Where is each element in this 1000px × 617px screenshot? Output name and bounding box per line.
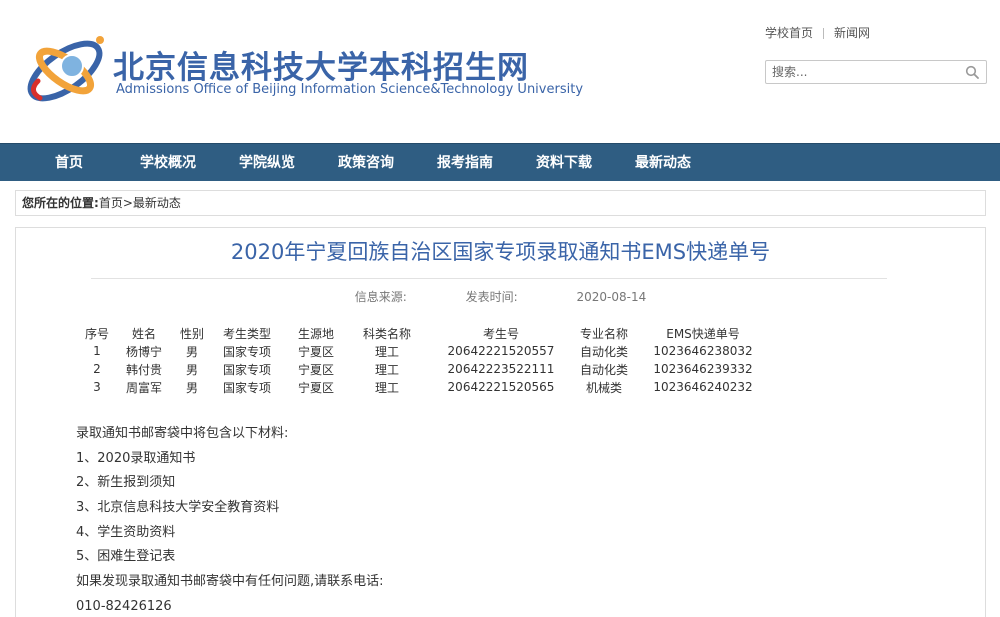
breadcrumb-label: 您所在的位置: <box>22 196 99 210</box>
col-header-origin: 生源地 <box>297 326 334 341</box>
breadcrumb-current-link[interactable]: 最新动态 <box>133 196 181 210</box>
cell-name: 韩付贵 <box>125 362 162 377</box>
title-divider <box>91 278 887 279</box>
top-links: 学校首页 新闻网 <box>765 24 870 41</box>
cell-gender: 男 <box>185 380 198 395</box>
article-body: 录取通知书邮寄袋中将包含以下材料: 1、2020录取通知书 2、新生报到须知 3… <box>76 422 384 617</box>
cell-ems: 1023646238032 <box>653 344 753 358</box>
contact-phone: 010-82426126 <box>76 598 172 614</box>
col-header-type: 考生类型 <box>222 326 271 341</box>
article-title: 2020年宁夏回族自治区国家专项录取通知书EMS快递单号 <box>230 240 771 264</box>
article-meta: 信息来源: 发表时间: 2020-08-14 <box>16 288 985 305</box>
cell-exam-id: 20642221520557 <box>447 344 555 358</box>
cell-type: 国家专项 <box>222 380 271 395</box>
cell-major: 自动化类 <box>580 344 629 359</box>
nav-item-overview[interactable]: 学校概况 <box>140 144 196 182</box>
article-container: 2020年宁夏回族自治区国家专项录取通知书EMS快递单号 信息来源: 发表时间:… <box>15 227 986 617</box>
search-input[interactable] <box>772 64 957 80</box>
table-row: 3 周富军 男 国家专项 宁夏区 理工 20642221520565 机械类 1… <box>76 378 778 396</box>
cell-origin: 宁夏区 <box>297 380 334 395</box>
nav-item-news[interactable]: 最新动态 <box>635 144 691 182</box>
site-title-en: Admissions Office of Beijing Information… <box>116 82 584 97</box>
news-site-link[interactable]: 新闻网 <box>834 26 870 40</box>
table-row: 1 杨博宁 男 国家专项 宁夏区 理工 20642221520557 自动化类 … <box>76 342 778 360</box>
cell-category: 理工 <box>374 344 399 359</box>
table-header-row: 序号 姓名 性别 考生类型 生源地 科类名称 考生号 专业名称 EMS快递单号 <box>76 324 778 342</box>
cell-major: 自动化类 <box>580 362 629 377</box>
body-paragraph: 录取通知书邮寄袋中将包含以下材料: <box>76 426 289 441</box>
cell-exam-id: 20642223522111 <box>447 362 555 376</box>
body-paragraph: 2、新生报到须知 <box>76 475 176 491</box>
col-header-ems: EMS快递单号 <box>666 326 740 341</box>
publish-date: 发表时间: 2020-08-14 <box>466 290 647 304</box>
col-header-category: 科类名称 <box>362 326 411 341</box>
cell-index: 1 <box>93 344 101 358</box>
cell-origin: 宁夏区 <box>297 344 334 359</box>
cell-ems: 1023646239332 <box>653 362 753 376</box>
nav-item-colleges[interactable]: 学院纵览 <box>239 144 295 182</box>
main-nav: 首页 学校概况 学院纵览 政策咨询 报考指南 资料下载 最新动态 <box>0 143 1000 181</box>
cell-index: 3 <box>93 380 101 394</box>
date-label: 发表时间: <box>465 290 518 304</box>
body-paragraph: 5、困难生登记表 <box>76 549 176 565</box>
cell-category: 理工 <box>374 380 399 395</box>
breadcrumb-separator: > <box>122 196 133 210</box>
body-paragraph: 4、学生资助资料 <box>76 524 176 540</box>
cell-ems: 1023646240232 <box>653 380 753 394</box>
cell-exam-id: 20642221520565 <box>447 380 555 394</box>
nav-item-guide[interactable]: 报考指南 <box>437 144 493 182</box>
cell-index: 2 <box>93 362 101 376</box>
nav-item-home[interactable]: 首页 <box>55 144 83 182</box>
school-home-link[interactable]: 学校首页 <box>765 26 813 40</box>
search-icon[interactable] <box>965 65 979 79</box>
col-header-gender: 性别 <box>179 326 204 341</box>
body-paragraph: 1、2020录取通知书 <box>76 450 196 466</box>
nav-item-policy[interactable]: 政策咨询 <box>338 144 394 182</box>
breadcrumb: 您所在的位置:首页>最新动态 <box>15 190 986 216</box>
nav-item-downloads[interactable]: 资料下载 <box>536 144 592 182</box>
cell-category: 理工 <box>374 362 399 377</box>
col-header-exam-id: 考生号 <box>482 326 519 341</box>
site-header: 北京信息科技大学本科招生网 Admissions Office of Beiji… <box>0 0 1000 143</box>
ems-tracking-table: 序号 姓名 性别 考生类型 生源地 科类名称 考生号 专业名称 EMS快递单号 … <box>76 324 778 396</box>
body-paragraph: 如果发现录取通知书邮寄袋中有任何问题,请联系电话: <box>76 574 384 590</box>
col-header-name: 姓名 <box>131 326 156 341</box>
cell-type: 国家专项 <box>222 344 271 359</box>
university-logo[interactable] <box>20 26 110 112</box>
body-paragraph: 3、北京信息科技大学安全教育资料 <box>76 500 280 516</box>
cell-gender: 男 <box>185 344 198 359</box>
cell-major: 机械类 <box>586 380 623 395</box>
cell-name: 杨博宁 <box>125 344 162 359</box>
cell-type: 国家专项 <box>222 362 271 377</box>
cell-origin: 宁夏区 <box>297 362 334 377</box>
cell-name: 周富军 <box>125 380 162 395</box>
link-separator <box>823 28 825 39</box>
source-label: 信息来源: <box>354 290 407 304</box>
col-header-major: 专业名称 <box>580 326 629 341</box>
search-box <box>765 60 987 84</box>
breadcrumb-home-link[interactable]: 首页 <box>99 196 123 210</box>
col-header-index: 序号 <box>84 326 109 341</box>
table-row: 2 韩付贵 男 国家专项 宁夏区 理工 20642223522111 自动化类 … <box>76 360 778 378</box>
site-title-cn: 北京信息科技大学本科招生网 <box>113 50 529 86</box>
cell-gender: 男 <box>185 362 198 377</box>
date-value: 2020-08-14 <box>576 290 647 304</box>
